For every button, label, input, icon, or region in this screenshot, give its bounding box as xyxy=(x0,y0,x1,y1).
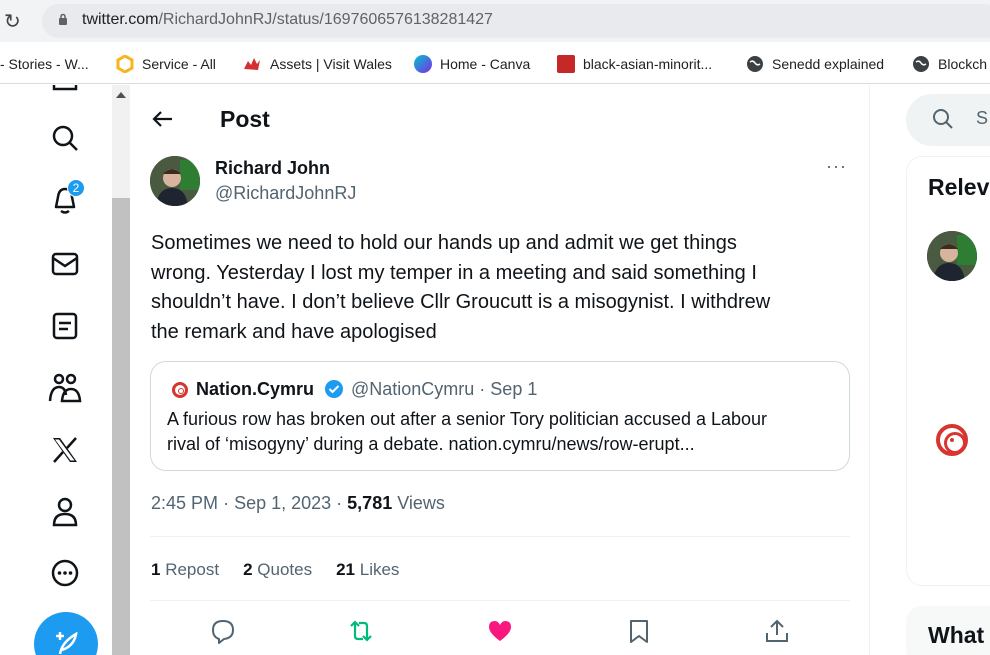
url-domain: twitter.com xyxy=(82,11,159,28)
tweet-line: Sometimes we need to hold our hands up a… xyxy=(151,232,737,254)
bookmark-label: Assets | Visit Wales xyxy=(270,56,392,72)
search-icon xyxy=(52,125,78,151)
quotes-stat[interactable]: 2 Quotes xyxy=(243,560,312,580)
repost-icon[interactable] xyxy=(348,618,374,644)
more-icon xyxy=(51,559,79,587)
list-icon xyxy=(52,312,78,340)
communities-icon xyxy=(48,373,82,403)
author-handle[interactable]: @RichardJohnRJ xyxy=(215,183,356,204)
bookmark-label: Service - All xyxy=(142,56,216,72)
reposts-count: 1 xyxy=(151,560,161,579)
tweet-meta: 2:45 PM · Sep 1, 2023 · 5,781 Views xyxy=(151,493,445,514)
reposts-label: Repost xyxy=(165,560,220,579)
relevant-person-avatar[interactable] xyxy=(927,231,977,281)
avatar-photo xyxy=(927,231,977,281)
globe-icon xyxy=(747,56,763,72)
tweet-line: wrong. Yesterday I lost my temper in a m… xyxy=(151,261,757,284)
mail-icon xyxy=(51,252,79,276)
canva-icon xyxy=(414,55,432,73)
bookmark-black-asian[interactable]: black-asian-minorit... xyxy=(557,54,712,74)
likes-stat[interactable]: 21 Likes xyxy=(336,560,399,580)
nav-messages[interactable] xyxy=(40,244,90,284)
meta-separator: · xyxy=(223,493,235,513)
scroll-up-arrow-icon[interactable] xyxy=(116,92,126,98)
nav-lists[interactable] xyxy=(40,306,90,346)
quote-line: A furious row has broken out after a sen… xyxy=(167,409,768,429)
page-title: Post xyxy=(220,106,270,132)
bookmark-canva[interactable]: Home - Canva xyxy=(414,54,530,74)
url-path: /RichardJohnRJ/status/169760657613828142… xyxy=(158,11,493,28)
search-placeholder: S xyxy=(976,108,989,128)
nav-communities[interactable] xyxy=(40,368,90,408)
profile-icon xyxy=(52,497,78,527)
quotes-count: 2 xyxy=(243,560,253,579)
hexagon-icon xyxy=(116,55,134,73)
bookmarks-bar: - Stories - W... Service - All Assets | … xyxy=(0,42,990,84)
bookmark-icon[interactable] xyxy=(626,618,652,644)
likes-count: 21 xyxy=(336,560,356,579)
x-logo-icon xyxy=(53,437,77,463)
bookmark-label: - Stories - W... xyxy=(0,56,89,72)
browser-address-row: ↻ twitter.com/RichardJohnRJ/status/16976… xyxy=(0,0,990,42)
divider xyxy=(150,536,850,537)
author-name[interactable]: Richard John xyxy=(215,158,330,179)
engagement-stats: 1 Repost 2 Quotes 21 Likes xyxy=(151,560,399,580)
bookmark-senedd[interactable]: Senedd explained xyxy=(746,54,884,74)
tweet-time[interactable]: 2:45 PM xyxy=(151,493,218,513)
reload-icon[interactable]: ↻ xyxy=(4,9,21,33)
nav-explore[interactable] xyxy=(40,118,90,158)
bookmark-label: Senedd explained xyxy=(772,56,885,72)
bookmark-label: Blockch xyxy=(938,56,988,72)
notification-badge: 2 xyxy=(67,179,85,197)
divider xyxy=(150,600,850,601)
bookmark-label: Home - Canva xyxy=(440,56,531,72)
tweet-text: Sometimes we need to hold our hands up a… xyxy=(151,229,841,347)
url-text[interactable]: twitter.com/RichardJohnRJ/status/1697606… xyxy=(82,11,493,29)
like-heart-icon[interactable] xyxy=(487,618,513,644)
bookmark-blockchain[interactable]: Blockch xyxy=(912,54,987,74)
views-label: Views xyxy=(397,493,445,513)
reply-icon[interactable] xyxy=(210,618,236,644)
back-arrow-icon[interactable] xyxy=(150,106,176,132)
globe-icon xyxy=(913,56,929,72)
reposts-stat[interactable]: 1 Repost xyxy=(151,560,219,580)
nation-cymru-logo-icon[interactable] xyxy=(936,424,968,456)
whats-happening-title: What xyxy=(928,622,985,648)
more-options-icon[interactable]: ··· xyxy=(826,156,847,177)
tweet-date[interactable]: Sep 1, 2023 xyxy=(234,493,331,513)
quote-author-name: Nation.Cymru xyxy=(196,379,315,399)
verified-badge-icon xyxy=(325,380,343,398)
meta-separator: · xyxy=(336,493,348,513)
likes-label: Likes xyxy=(359,560,400,579)
nav-profile[interactable] xyxy=(40,492,90,532)
search-icon xyxy=(933,109,953,129)
red-square-icon xyxy=(557,55,575,73)
author-avatar[interactable] xyxy=(150,156,200,206)
nation-cymru-logo-icon xyxy=(172,382,188,398)
relevant-people-card xyxy=(906,156,990,586)
bookmark-visit-wales[interactable]: Assets | Visit Wales xyxy=(242,54,392,74)
bookmark-stories[interactable]: - Stories - W... xyxy=(0,54,89,74)
tweet-line: shouldn’t have. I don’t believe Cllr Gro… xyxy=(151,291,771,313)
home-icon[interactable] xyxy=(52,85,78,93)
nav-premium[interactable] xyxy=(40,430,90,470)
views-count: 5,781 xyxy=(347,493,393,513)
tweet-line: the remark and have apologised xyxy=(151,320,437,343)
avatar-photo xyxy=(150,156,200,206)
quote-text: A furious row has broken out after a sen… xyxy=(167,407,837,457)
relevant-people-title: Relev xyxy=(928,174,990,200)
lock-icon xyxy=(59,13,67,25)
bookmark-label: black-asian-minorit... xyxy=(583,56,713,72)
quotes-label: Quotes xyxy=(257,560,313,579)
share-icon[interactable] xyxy=(764,618,790,644)
quote-line: rival of ‘misogyny’ during a debate. nat… xyxy=(167,434,695,454)
dragon-icon xyxy=(244,58,260,70)
bookmark-service[interactable]: Service - All xyxy=(116,54,216,74)
quote-handle-date: @NationCymru · Sep 1 xyxy=(351,379,538,399)
scrollbar-thumb[interactable] xyxy=(112,198,130,655)
nav-more[interactable] xyxy=(40,553,90,593)
compose-icon xyxy=(56,631,78,655)
